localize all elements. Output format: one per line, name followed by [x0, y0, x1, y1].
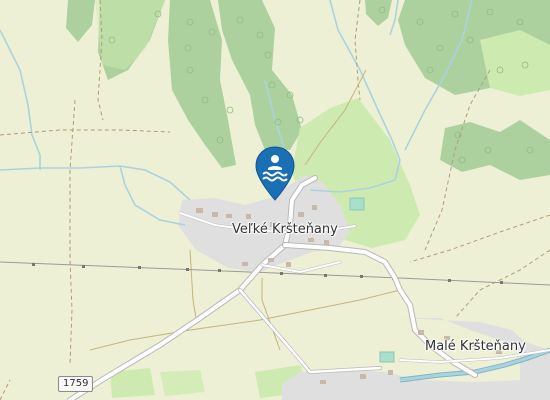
pitch [349, 197, 365, 211]
place-label-velke-krstenany: Veľké Kršteňany [232, 222, 338, 237]
road-number-badge: 1759 [58, 376, 94, 392]
map-view[interactable]: Veľké Kršteňany Malé Kršteňany 1759 [0, 0, 550, 400]
map-marker[interactable] [254, 146, 296, 202]
place-label-male-krstenany: Malé Kršteňany [425, 339, 526, 354]
pitch [379, 351, 395, 363]
